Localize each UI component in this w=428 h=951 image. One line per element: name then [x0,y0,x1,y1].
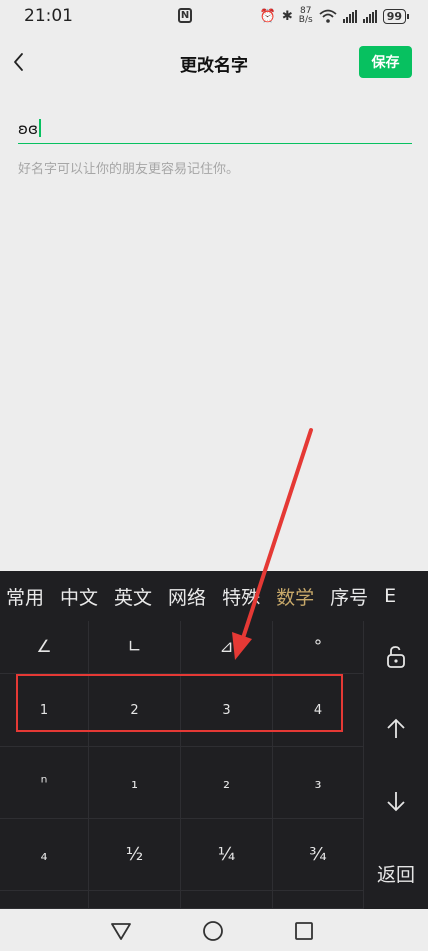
network-speed: 87 B/s [299,7,313,25]
tab-common[interactable]: 常用 [6,583,44,610]
arrow-down-icon [387,792,405,812]
symbol-key[interactable]: ₁ [89,747,181,819]
tab-more[interactable]: E [384,585,396,607]
page-up-key[interactable] [364,693,428,765]
signal-icon-1 [342,9,357,23]
tab-chinese[interactable]: 中文 [60,583,98,610]
tab-network[interactable]: 网络 [168,583,206,610]
symbol-key[interactable]: ¾ [273,819,364,891]
symbol-key[interactable] [0,891,89,909]
symbol-key[interactable]: 2 [89,674,181,747]
symbol-key[interactable]: 3 [181,674,273,747]
symbol-key[interactable]: 4 [273,674,364,747]
symbol-key[interactable]: ₃ [273,747,364,819]
symbol-key[interactable] [89,891,181,909]
name-input[interactable]: ʚɞ [18,116,412,144]
wifi-icon [319,9,337,23]
symbol-key[interactable] [181,891,273,909]
tab-math[interactable]: 数学 [276,583,314,610]
name-hint: 好名字可以让你的朋友更容易记住你。 [18,162,240,177]
symbol-key[interactable]: ∠ [0,621,89,674]
tab-english[interactable]: 英文 [114,583,152,610]
status-bar: 21:01 N ⏰ ✱ 87 B/s 99 [0,0,428,34]
symbol-key[interactable]: ° [273,621,364,674]
tab-ordinal[interactable]: 序号 [330,583,368,610]
symbol-key[interactable]: ₂ [181,747,273,819]
return-key[interactable]: 返回 [364,837,428,909]
symbol-key[interactable]: 1 [0,674,89,747]
return-key-label: 返回 [376,863,415,886]
arrow-up-icon [387,718,405,738]
symbol-keyboard: 常用 中文 英文 网络 特殊 数学 序号 E ∠ ∟ ⊿ ° 1 2 3 4 ⁿ… [0,571,428,909]
tab-special[interactable]: 特殊 [222,583,260,610]
keyboard-category-tabs: 常用 中文 英文 网络 特殊 数学 序号 E [0,571,428,621]
status-time: 21:01 [24,6,73,26]
symbol-key-grid: ∠ ∟ ⊿ ° 1 2 3 4 ⁿ ₁ ₂ ₃ ₄ ½ ¼ ¾ [0,621,364,909]
bluetooth-icon: ✱ [281,8,293,24]
nfc-icon: N [178,8,192,23]
lock-icon [387,646,405,668]
symbol-key[interactable]: ¼ [181,819,273,891]
lock-key[interactable] [364,621,428,693]
network-speed-unit: B/s [298,15,313,25]
nav-home-icon[interactable] [201,919,225,943]
symbol-key[interactable]: ₄ [0,819,89,891]
battery-icon: 99 [382,8,410,24]
signal-icon-2 [362,9,377,23]
system-nav-bar [0,909,428,951]
symbol-key[interactable] [273,891,364,909]
status-icons: ⏰ ✱ 87 B/s 99 [259,6,410,26]
name-input-value: ʚɞ [18,120,38,138]
symbol-key[interactable]: ⊿ [181,621,273,674]
page-header: 更改名字 保存 [0,40,428,84]
text-cursor [38,119,41,137]
symbol-key[interactable]: ½ [89,819,181,891]
alarm-icon: ⏰ [259,8,276,24]
nav-back-icon[interactable] [109,919,133,943]
save-button[interactable]: 保存 [359,46,412,78]
nav-recents-icon[interactable] [292,919,316,943]
keyboard-side-panel: 返回 [364,621,428,909]
page-down-key[interactable] [364,765,428,837]
symbol-key[interactable]: ⁿ [0,747,89,819]
symbol-key[interactable]: ∟ [89,621,181,674]
